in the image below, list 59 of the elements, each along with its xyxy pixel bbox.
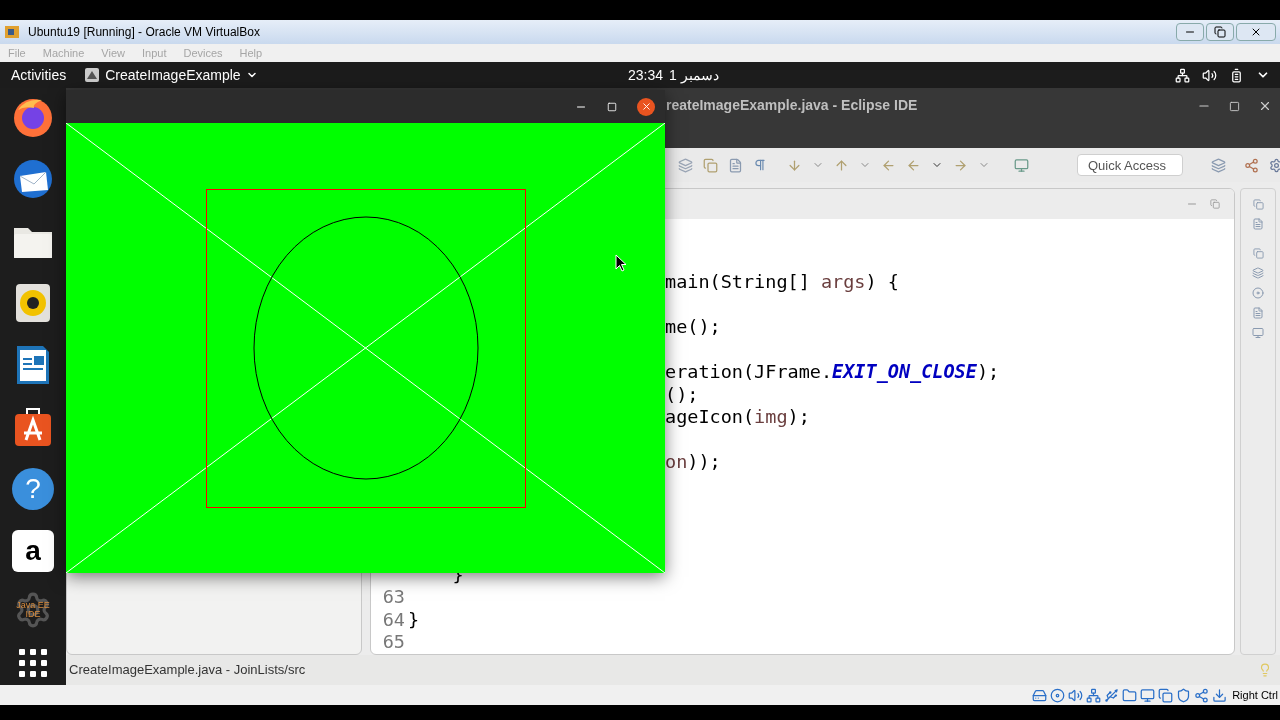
perspective-icon[interactable] bbox=[1211, 157, 1226, 173]
copy-icon[interactable] bbox=[1158, 687, 1174, 703]
app-menu[interactable]: CreateImageExample bbox=[84, 64, 258, 86]
minimize-button[interactable] bbox=[1176, 23, 1204, 41]
code-line: } bbox=[408, 608, 420, 631]
share-icon[interactable] bbox=[1244, 157, 1259, 173]
app-grid-icon[interactable] bbox=[18, 648, 48, 678]
disc-icon[interactable] bbox=[1050, 687, 1066, 703]
monitor-icon[interactable] bbox=[1014, 157, 1029, 173]
restore-icon[interactable] bbox=[1252, 248, 1264, 259]
shield-icon[interactable] bbox=[1176, 687, 1192, 703]
close-icon bbox=[640, 101, 652, 112]
window-title: Ubuntu19 [Running] - Oracle VM VirtualBox bbox=[28, 24, 260, 41]
line-number: 65 bbox=[381, 631, 405, 654]
layers-icon[interactable] bbox=[678, 157, 693, 173]
arrow-down-icon[interactable] bbox=[787, 157, 802, 173]
status-text: CreateImageExample.java - JoinLists/src bbox=[69, 661, 306, 680]
pointer-cursor-icon bbox=[615, 254, 627, 272]
monitor-icon[interactable] bbox=[1252, 327, 1264, 339]
app-icon bbox=[4, 24, 20, 40]
mail-icon[interactable] bbox=[12, 158, 54, 200]
usb-icon[interactable] bbox=[1104, 687, 1120, 703]
store-icon[interactable] bbox=[12, 406, 54, 448]
disc-icon[interactable] bbox=[1252, 287, 1264, 299]
code-line: on)); bbox=[665, 451, 721, 474]
close-button[interactable] bbox=[637, 97, 655, 116]
arrow-right-icon[interactable] bbox=[953, 157, 968, 173]
app-icon bbox=[84, 67, 101, 83]
code-line: eration(JFrame.EXIT_ON_CLOSE); bbox=[665, 361, 1000, 384]
copy-icon[interactable] bbox=[703, 157, 718, 173]
maximize-icon[interactable] bbox=[1229, 100, 1240, 112]
pilcrow-icon[interactable] bbox=[753, 158, 767, 172]
restore-icon[interactable] bbox=[1252, 199, 1264, 210]
quick-access-field[interactable]: Quick Access bbox=[1077, 154, 1183, 176]
download-icon[interactable] bbox=[1212, 687, 1228, 703]
restore-icon[interactable] bbox=[1210, 199, 1220, 209]
line-number: 63 bbox=[381, 586, 405, 609]
network-icon[interactable] bbox=[1175, 67, 1190, 83]
layers-icon[interactable] bbox=[1252, 267, 1264, 279]
activities-button[interactable]: Activities bbox=[11, 64, 67, 86]
share-icon[interactable] bbox=[1194, 687, 1210, 703]
restore-button[interactable] bbox=[1206, 23, 1234, 41]
code-line: me(); bbox=[665, 316, 721, 339]
help-icon[interactable]: ? bbox=[12, 468, 54, 510]
line-number: 64 bbox=[381, 608, 405, 631]
gear-icon[interactable] bbox=[1269, 157, 1280, 173]
code-line: (); bbox=[665, 383, 699, 406]
volume-icon[interactable] bbox=[1202, 67, 1217, 83]
host-key-label: Right Ctrl bbox=[1232, 687, 1278, 703]
close-icon bbox=[1250, 26, 1262, 38]
code-line: ageIcon(img); bbox=[665, 406, 810, 429]
monitor-icon[interactable] bbox=[1140, 687, 1156, 703]
shop-icon[interactable]: a bbox=[12, 530, 54, 572]
restore-icon bbox=[1214, 26, 1226, 38]
window-title: reateImageExample.java - Eclipse IDE bbox=[666, 96, 918, 115]
battery-icon[interactable] bbox=[1229, 67, 1244, 83]
arrow-up-icon[interactable] bbox=[834, 157, 849, 173]
code-line: main(String[] args) { bbox=[665, 271, 899, 294]
browser-icon[interactable] bbox=[12, 96, 54, 138]
